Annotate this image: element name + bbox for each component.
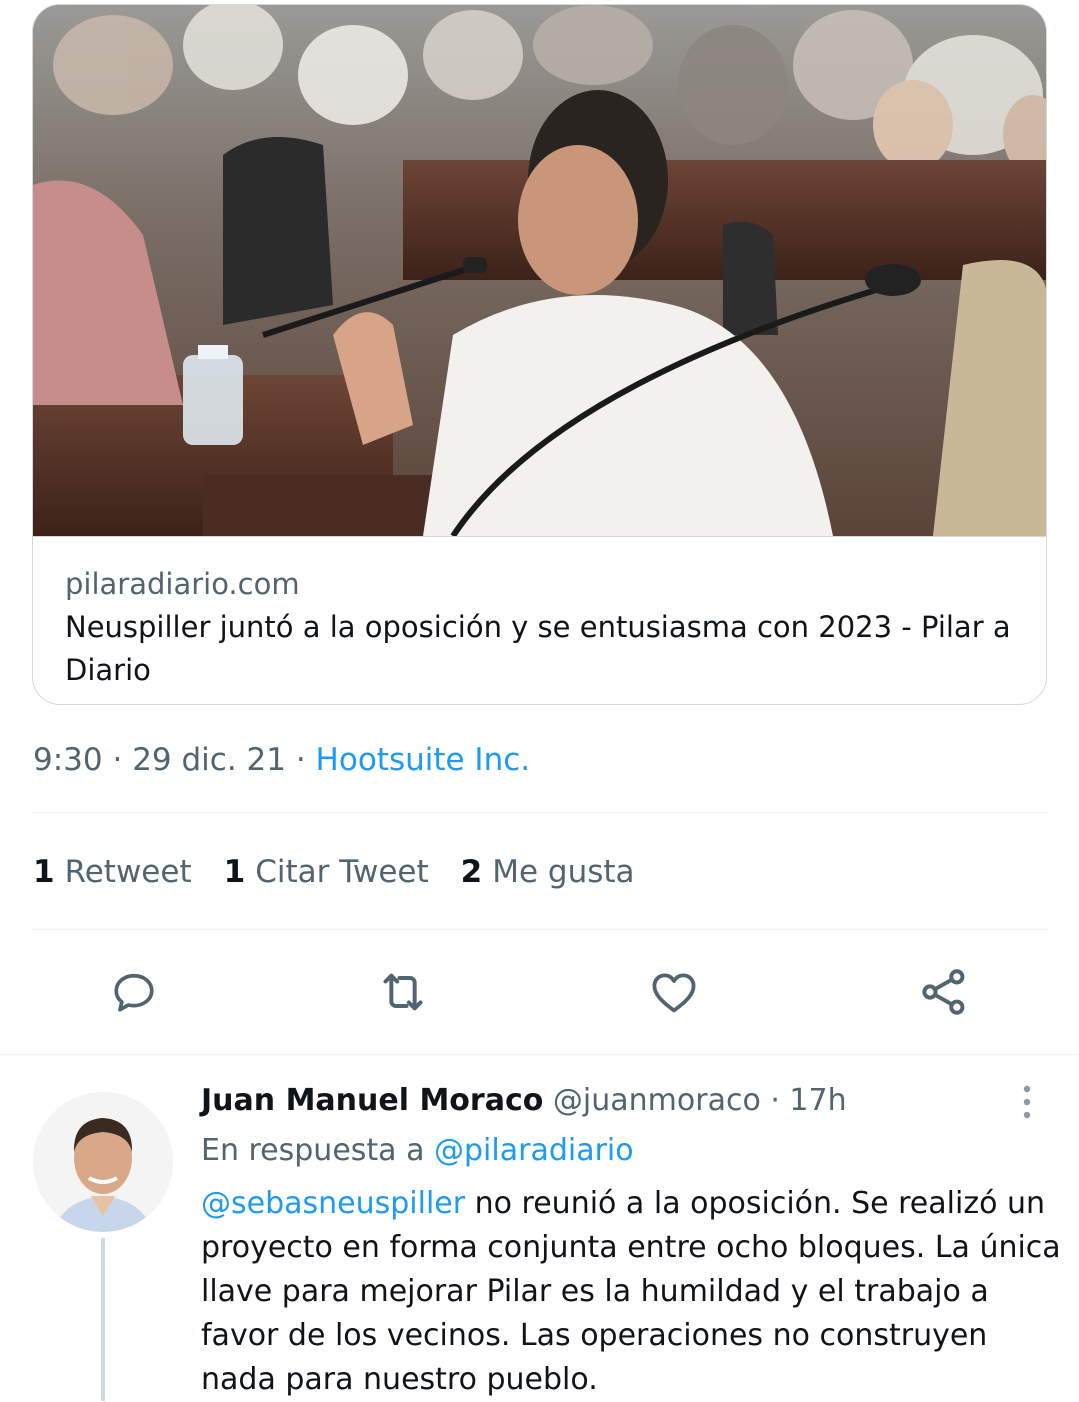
stat-label: Me gusta <box>492 854 635 890</box>
like-button[interactable] <box>644 962 704 1022</box>
retweet-icon <box>383 973 423 1011</box>
tweet-source[interactable]: Hootsuite Inc. <box>316 742 531 778</box>
in-reply-to: En respuesta a @pilaradiario <box>201 1130 634 1172</box>
tweet-meta: 9:30 · 29 dic. 21 · Hootsuite Inc. <box>33 740 530 780</box>
share-button[interactable] <box>914 962 974 1022</box>
avatar-photo <box>33 1092 173 1232</box>
card-meta[interactable]: pilaradiario.com Neuspiller juntó a la o… <box>33 536 1046 704</box>
divider <box>32 812 1048 813</box>
reply-button[interactable] <box>104 962 164 1022</box>
stat-likes[interactable]: 2 Me gusta <box>461 852 635 892</box>
section-divider <box>0 1054 1079 1055</box>
thread-line <box>101 1238 105 1401</box>
reply-text: @sebasneuspiller no reunió a la oposició… <box>201 1182 1061 1402</box>
tweet-stats: 1 Retweet 1 Citar Tweet 2 Me gusta <box>33 852 667 892</box>
stat-label: Citar Tweet <box>255 854 429 890</box>
meta-separator: · <box>285 742 316 778</box>
mention-link[interactable]: @sebasneuspiller <box>201 1186 465 1221</box>
stat-retweets[interactable]: 1 Retweet <box>33 852 192 892</box>
stat-label: Retweet <box>64 854 192 890</box>
link-card[interactable]: pilaradiario.com Neuspiller juntó a la o… <box>32 4 1047 705</box>
avatar[interactable] <box>33 1092 173 1232</box>
reply-time[interactable]: 17h <box>789 1083 846 1118</box>
tweet-time[interactable]: 9:30 <box>33 742 103 778</box>
reply-author-handle[interactable]: @juanmoraco <box>553 1083 761 1118</box>
share-icon <box>922 969 965 1015</box>
stat-count: 2 <box>460 854 483 890</box>
card-domain: pilaradiario.com <box>65 567 300 601</box>
retweet-button[interactable] <box>373 962 433 1022</box>
meta-separator: · <box>102 742 133 778</box>
tweet-date[interactable]: 29 dic. 21 <box>132 742 286 778</box>
more-vertical-icon <box>1023 1085 1031 1119</box>
card-photo <box>33 5 1046 536</box>
more-options-button[interactable] <box>1012 1082 1042 1122</box>
stat-count: 1 <box>33 854 55 890</box>
action-bar <box>0 962 1079 1022</box>
divider <box>32 929 1048 930</box>
like-icon <box>652 973 696 1013</box>
stat-count: 1 <box>223 854 246 890</box>
in-reply-handle[interactable]: @pilaradiario <box>434 1133 634 1168</box>
reply-header: Juan Manuel Moraco @juanmoraco · 17h <box>201 1080 847 1122</box>
reply-icon <box>114 973 154 1012</box>
meta-separator: · <box>760 1083 790 1118</box>
card-title[interactable]: Neuspiller juntó a la oposición y se ent… <box>65 606 1014 692</box>
card-image[interactable] <box>33 5 1046 536</box>
stat-quote-tweets[interactable]: 1 Citar Tweet <box>224 852 429 892</box>
in-reply-prefix: En respuesta a <box>201 1133 435 1168</box>
reply-author-name[interactable]: Juan Manuel Moraco <box>201 1083 543 1118</box>
